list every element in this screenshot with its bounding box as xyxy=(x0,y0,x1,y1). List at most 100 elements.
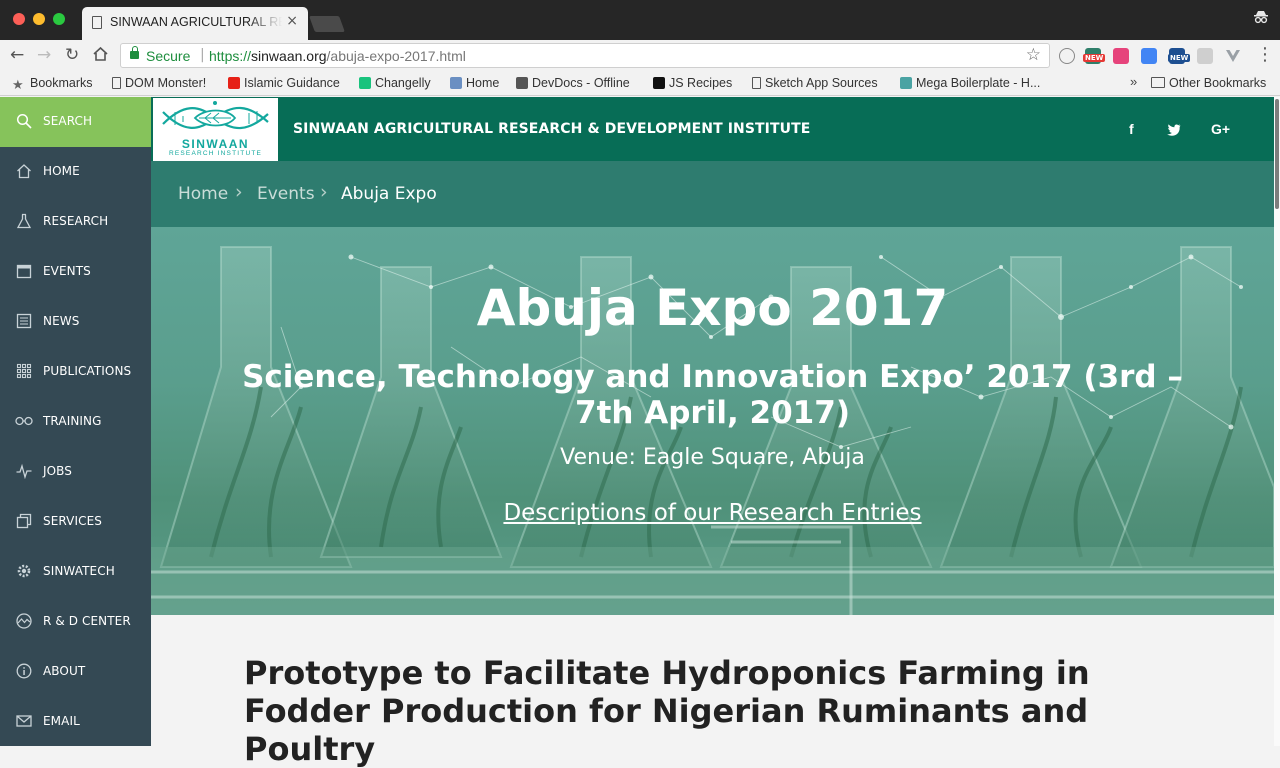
extension-circle-icon[interactable] xyxy=(1059,48,1075,64)
tab-title: SINWAAN AGRICULTURAL RESEARCH & DEVELOPM… xyxy=(110,15,282,29)
sidebar-item-search[interactable]: SEARCH xyxy=(0,97,151,147)
sidebar-item-events[interactable]: EVENTS xyxy=(0,247,151,297)
research-entries-link[interactable]: Descriptions of our Research Entries xyxy=(151,500,1274,526)
more-bookmarks-icon[interactable]: » xyxy=(1130,74,1137,89)
menu-kebab-icon[interactable]: ⋮ xyxy=(1256,44,1274,65)
facebook-icon[interactable]: f xyxy=(1129,121,1134,137)
youtube-icon xyxy=(228,77,240,89)
bookmark-item[interactable]: Sketch App Sources xyxy=(752,76,878,90)
mail-icon xyxy=(15,713,32,730)
sidebar-item-research[interactable]: RESEARCH xyxy=(0,197,151,247)
sidebar-item-about[interactable]: ABOUT xyxy=(0,647,151,697)
bookmark-item[interactable]: Home xyxy=(450,76,499,90)
close-window-button[interactable] xyxy=(13,13,25,25)
entry-heading: Prototype to Facilitate Hydroponics Farm… xyxy=(244,654,1090,768)
bookmark-item[interactable]: Islamic Guidance xyxy=(228,76,340,90)
flow-icon xyxy=(450,77,462,89)
sidebar-item-training[interactable]: TRAINING xyxy=(0,397,151,447)
flask-icon xyxy=(15,213,32,230)
breadcrumb-events-link[interactable]: Events xyxy=(257,184,315,204)
grid-icon xyxy=(15,363,32,380)
other-bookmarks[interactable]: Other Bookmarks xyxy=(1151,76,1266,90)
breadcrumb: Home › Events › Abuja Expo xyxy=(151,161,1274,227)
folder-icon xyxy=(1151,77,1165,88)
reload-icon[interactable]: ↻ xyxy=(65,45,79,65)
maximize-window-button[interactable] xyxy=(53,13,65,25)
bookmark-star-icon[interactable]: ☆ xyxy=(1026,45,1041,65)
logo-subtitle: RESEARCH INSTITUTE xyxy=(168,150,263,157)
browser-titlebar: SINWAAN AGRICULTURAL RESEARCH & DEVELOPM… xyxy=(0,0,1280,40)
address-bar[interactable]: Secure | https://sinwaan.org/abuja-expo-… xyxy=(120,43,1050,68)
devdocs-icon xyxy=(516,77,528,89)
forward-arrow-icon[interactable]: → xyxy=(37,45,51,65)
event-venue: Venue: Eagle Square, Abuja xyxy=(560,445,865,470)
sidebar-item-email[interactable]: EMAIL xyxy=(0,697,151,747)
page-scrollbar[interactable] xyxy=(1274,97,1280,746)
terminal-icon xyxy=(653,77,665,89)
gear-icon xyxy=(15,563,32,580)
bookmark-item[interactable]: JS Recipes xyxy=(653,76,732,90)
sidebar-item-services[interactable]: SERVICES xyxy=(0,497,151,547)
site-title[interactable]: SINWAAN AGRICULTURAL RESEARCH & DEVELOPM… xyxy=(293,121,810,137)
bookmark-item[interactable]: DevDocs - Offline xyxy=(516,76,630,90)
lock-icon xyxy=(130,46,139,59)
hero-banner: Abuja Expo 2017 Science, Technology and … xyxy=(151,227,1274,615)
extension-grey-icon[interactable] xyxy=(1197,48,1213,64)
pulse-icon xyxy=(15,463,32,480)
sidebar-item-home[interactable]: HOME xyxy=(0,147,151,197)
breadcrumb-home-link[interactable]: Home xyxy=(178,184,228,204)
sidebar-item-sinwatech[interactable]: SINWATECH xyxy=(0,547,151,597)
search-icon xyxy=(15,113,32,130)
minimize-window-button[interactable] xyxy=(33,13,45,25)
star-icon: ★ xyxy=(12,77,24,92)
newspaper-icon xyxy=(15,313,32,330)
changelly-icon xyxy=(359,77,371,89)
event-title: Abuja Expo 2017 xyxy=(476,279,949,337)
event-subtitle: Science, Technology and Innovation Expo’… xyxy=(242,359,1183,431)
browser-tab[interactable]: SINWAAN AGRICULTURAL RESEARCH & DEVELOPM… xyxy=(82,7,308,40)
copy-icon xyxy=(15,513,32,530)
url-text[interactable]: https://sinwaan.org/abuja-expo-2017.html xyxy=(209,48,466,64)
sidebar-item-rd-center[interactable]: R & D CENTER xyxy=(0,597,151,647)
scrollbar-thumb[interactable] xyxy=(1275,99,1279,209)
bookmark-item[interactable]: DOM Monster! xyxy=(112,76,206,90)
new-tab-button[interactable] xyxy=(309,16,345,32)
breadcrumb-current: Abuja Expo xyxy=(341,184,437,204)
google-plus-icon[interactable]: G+ xyxy=(1211,121,1230,137)
document-icon xyxy=(92,16,102,29)
back-arrow-icon[interactable]: ← xyxy=(10,45,24,65)
stack-icon xyxy=(900,77,912,89)
document-icon xyxy=(752,77,761,89)
site-header: SINWAAN RESEARCH INSTITUTE SINWAAN AGRIC… xyxy=(151,97,1274,161)
new-badge: NEW xyxy=(1083,54,1106,62)
chevron-right-icon: › xyxy=(235,181,243,203)
incognito-icon xyxy=(1253,10,1269,28)
extension-m-icon[interactable] xyxy=(1113,48,1129,64)
sidebar-item-news[interactable]: NEWS xyxy=(0,297,151,347)
secure-label: Secure xyxy=(146,48,191,64)
new-badge: NEW xyxy=(1168,54,1191,62)
home-icon xyxy=(15,163,32,180)
bookmark-item[interactable]: ★ Bookmarks xyxy=(12,76,93,91)
logo-wordmark: SINWAAN xyxy=(181,137,250,151)
glasses-icon xyxy=(15,413,33,430)
main-content: Prototype to Facilitate Hydroponics Farm… xyxy=(151,615,1274,768)
sidebar-item-publications[interactable]: PUBLICATIONS xyxy=(0,347,151,397)
info-icon xyxy=(15,663,32,680)
home-icon[interactable] xyxy=(92,46,109,67)
sidebar-item-jobs[interactable]: JOBS xyxy=(0,447,151,497)
url-separator: | xyxy=(200,47,205,63)
document-icon xyxy=(112,77,121,89)
vue-devtools-icon[interactable] xyxy=(1225,48,1241,64)
site-logo[interactable]: SINWAAN RESEARCH INSTITUTE xyxy=(153,98,278,161)
bookmarks-bar: ★ Bookmarks DOM Monster! Islamic Guidance… xyxy=(0,72,1280,96)
twitter-icon[interactable] xyxy=(1167,123,1181,139)
dna-leaf-logo-icon xyxy=(162,101,269,130)
bookmark-item[interactable]: Mega Boilerplate - H... xyxy=(900,76,1040,90)
chevron-right-icon: › xyxy=(320,181,328,203)
google-translate-icon[interactable] xyxy=(1141,48,1157,64)
tab-close-button[interactable]: × xyxy=(286,13,298,29)
chart-icon xyxy=(15,613,32,630)
bookmark-item[interactable]: Changelly xyxy=(359,76,431,90)
calendar-icon xyxy=(15,263,32,280)
